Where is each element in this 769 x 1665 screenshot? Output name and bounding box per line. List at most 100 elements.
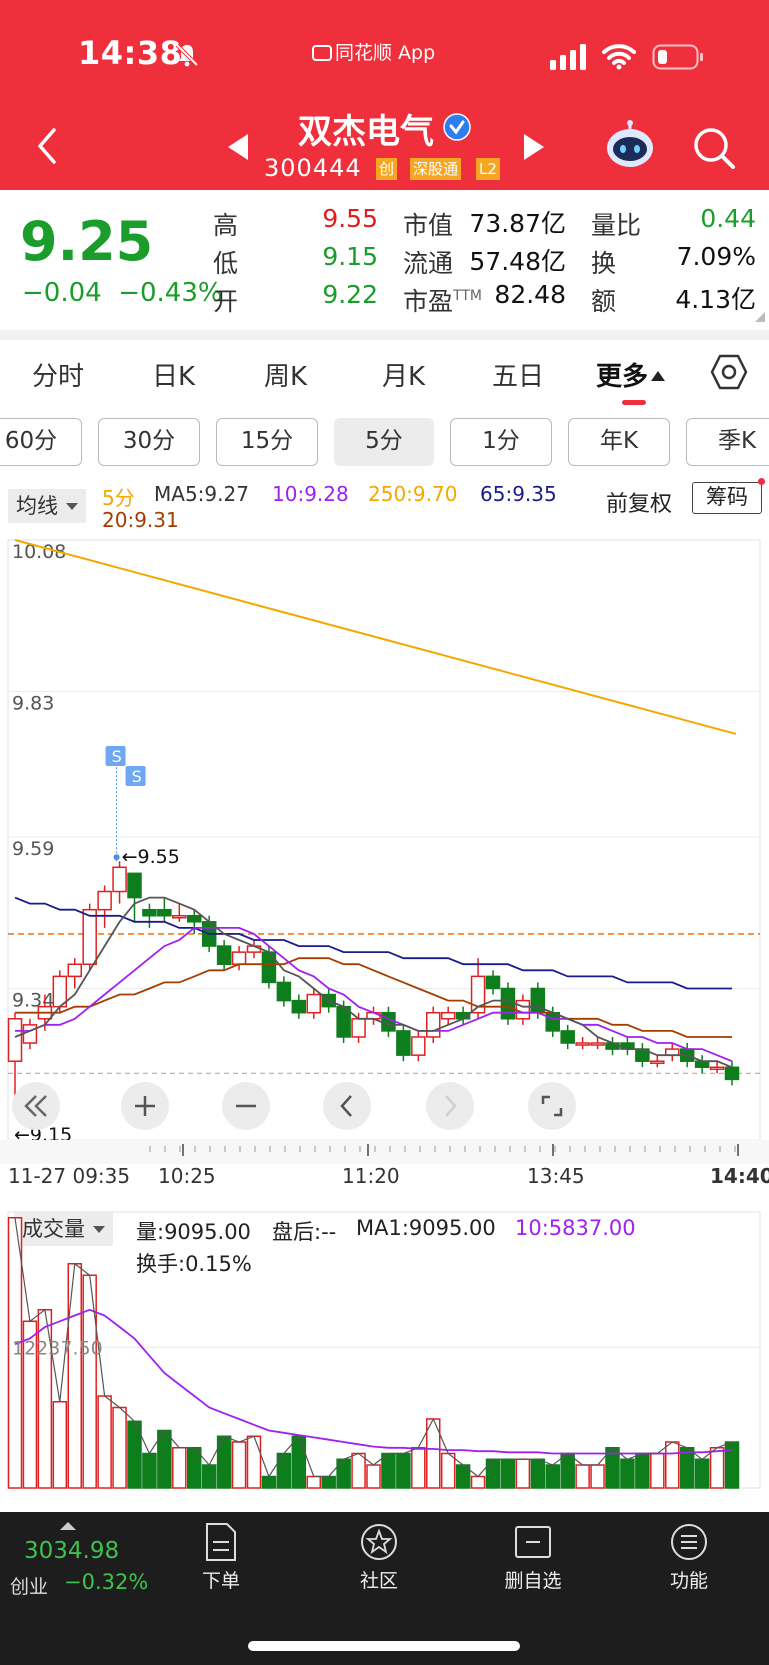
- candle-body: [426, 1011, 441, 1038]
- stock-header: 14:38 同花顺 App 双杰电气 300444 创 深股通 L2: [0, 0, 769, 190]
- nav-community-label: 社区: [359, 1570, 398, 1592]
- candle-body: [515, 999, 531, 1020]
- scroll-left-button[interactable]: [12, 1082, 60, 1130]
- candle-body: [127, 872, 142, 899]
- kline-chart[interactable]: 10.089.839.599.349.09SS←9.55←9.15: [0, 530, 769, 1150]
- nav-community[interactable]: 社区: [324, 1522, 434, 1593]
- candle-body: [306, 993, 321, 1014]
- zoom-in-button[interactable]: [121, 1082, 169, 1130]
- ma20-line: [15, 957, 732, 1038]
- tab-monthly-k[interactable]: 月K: [382, 356, 425, 393]
- chevron-right-icon: [445, 1095, 457, 1117]
- active-tab-indicator: [622, 400, 646, 405]
- float-cap-value: 57.48亿: [469, 247, 566, 276]
- back-arrow-icon[interactable]: [30, 124, 64, 168]
- volume-bar: [142, 1452, 157, 1489]
- volume-axis-label: 12237.50: [12, 1337, 103, 1359]
- plus-icon: [135, 1096, 155, 1116]
- candle-body: [709, 1066, 725, 1071]
- pe-ttm-sup: TTM: [453, 288, 482, 304]
- candle-body: [231, 951, 247, 965]
- candle-body: [575, 1042, 590, 1046]
- volume-ratio-label: 量比: [591, 211, 642, 240]
- period-quarterly-k[interactable]: 季K: [686, 418, 769, 466]
- turnover-value: 7.09%: [676, 242, 756, 271]
- index-value[interactable]: 3034.98: [24, 1538, 119, 1564]
- volume-bar: [306, 1475, 321, 1489]
- caret-up-icon: [651, 371, 666, 381]
- market-cap-value: 73.87亿: [469, 209, 566, 238]
- search-icon[interactable]: [692, 126, 736, 170]
- bell-muted-icon: [175, 43, 199, 67]
- volume-bar: [500, 1458, 516, 1489]
- candle-body: [590, 1042, 605, 1046]
- volume-bar: [67, 1263, 82, 1489]
- community-star-icon: [361, 1524, 397, 1560]
- volume-bar: [590, 1464, 605, 1489]
- tab-five-day[interactable]: 五日: [492, 356, 544, 393]
- section-divider: [0, 330, 769, 340]
- x-label-1440: 14:40: [710, 1164, 769, 1188]
- app-badge-label: 同花顺 App: [335, 42, 436, 64]
- chips-button[interactable]: 筹码: [692, 482, 762, 514]
- next-stock-icon[interactable]: [522, 132, 546, 162]
- ma65-legend: 65:9.35: [480, 482, 557, 506]
- app-logo-icon: [312, 45, 332, 61]
- ma-period-label: 5分: [102, 486, 135, 510]
- candle-body: [97, 890, 112, 911]
- period-60min[interactable]: 60分: [0, 418, 82, 466]
- cellular-signal-icon: [550, 44, 586, 70]
- remove-watchlist-icon: [515, 1526, 551, 1558]
- x-axis-ticks: [0, 1140, 769, 1164]
- zoom-out-button[interactable]: [222, 1082, 270, 1130]
- move-left-button[interactable]: [323, 1082, 371, 1130]
- volume-bar: [411, 1447, 426, 1489]
- volume-bar: [470, 1475, 486, 1489]
- nav-place-order-label: 下单: [201, 1570, 240, 1592]
- amount-value: 4.13亿: [675, 285, 756, 314]
- nav-functions[interactable]: 功能: [634, 1522, 744, 1593]
- tab-intraday[interactable]: 分时: [32, 356, 84, 393]
- ai-robot-icon[interactable]: [604, 120, 656, 172]
- index-change: −0.32%: [64, 1570, 149, 1594]
- tab-weekly-k[interactable]: 周K: [264, 356, 307, 393]
- period-15min[interactable]: 15分: [216, 418, 318, 466]
- period-1min[interactable]: 1分: [450, 418, 552, 466]
- volume-ratio-value: 0.44: [700, 204, 756, 233]
- nav-place-order[interactable]: 下单: [166, 1522, 276, 1593]
- forward-adjust-label[interactable]: 前复权: [606, 486, 672, 518]
- candle-body: [665, 1048, 680, 1056]
- volume-bar: [276, 1452, 292, 1489]
- move-right-button[interactable]: [426, 1082, 474, 1130]
- indicator-select[interactable]: 均线: [8, 489, 86, 523]
- volume-chart[interactable]: 12237.50: [0, 1206, 769, 1506]
- fullscreen-button[interactable]: [528, 1082, 576, 1130]
- previous-stock-icon[interactable]: [226, 132, 250, 162]
- last-price: 9.25: [20, 210, 154, 273]
- y-tick-label: 9.83: [12, 693, 54, 715]
- volume-bar: [381, 1452, 396, 1489]
- wifi-icon: [602, 44, 636, 70]
- candle-body: [22, 1024, 38, 1044]
- turnover-label: 换: [591, 249, 617, 278]
- nav-remove-watchlist[interactable]: 删自选: [478, 1522, 588, 1593]
- tab-more[interactable]: 更多: [596, 356, 666, 393]
- volume-bar: [560, 1452, 575, 1489]
- candle-body: [724, 1066, 740, 1081]
- indicator-select-label: 均线: [16, 494, 58, 518]
- app-badge[interactable]: 同花顺 App: [312, 38, 435, 65]
- candle-body: [560, 1030, 575, 1044]
- menu-circle-icon: [671, 1524, 707, 1560]
- expand-corner-icon[interactable]: [755, 312, 765, 322]
- expand-up-icon[interactable]: [60, 1522, 76, 1530]
- tab-daily-k[interactable]: 日K: [152, 356, 195, 393]
- settings-hexagon-icon[interactable]: [710, 354, 748, 390]
- period-5min[interactable]: 5分: [334, 418, 434, 466]
- candle-body: [291, 999, 307, 1014]
- volume-bar: [246, 1435, 262, 1489]
- period-yearly-k[interactable]: 年K: [568, 418, 670, 466]
- high-price-label: ←9.55: [122, 846, 180, 868]
- volume-bar: [515, 1458, 531, 1489]
- period-30min[interactable]: 30分: [98, 418, 200, 466]
- nav-remove-watchlist-label: 删自选: [504, 1570, 562, 1592]
